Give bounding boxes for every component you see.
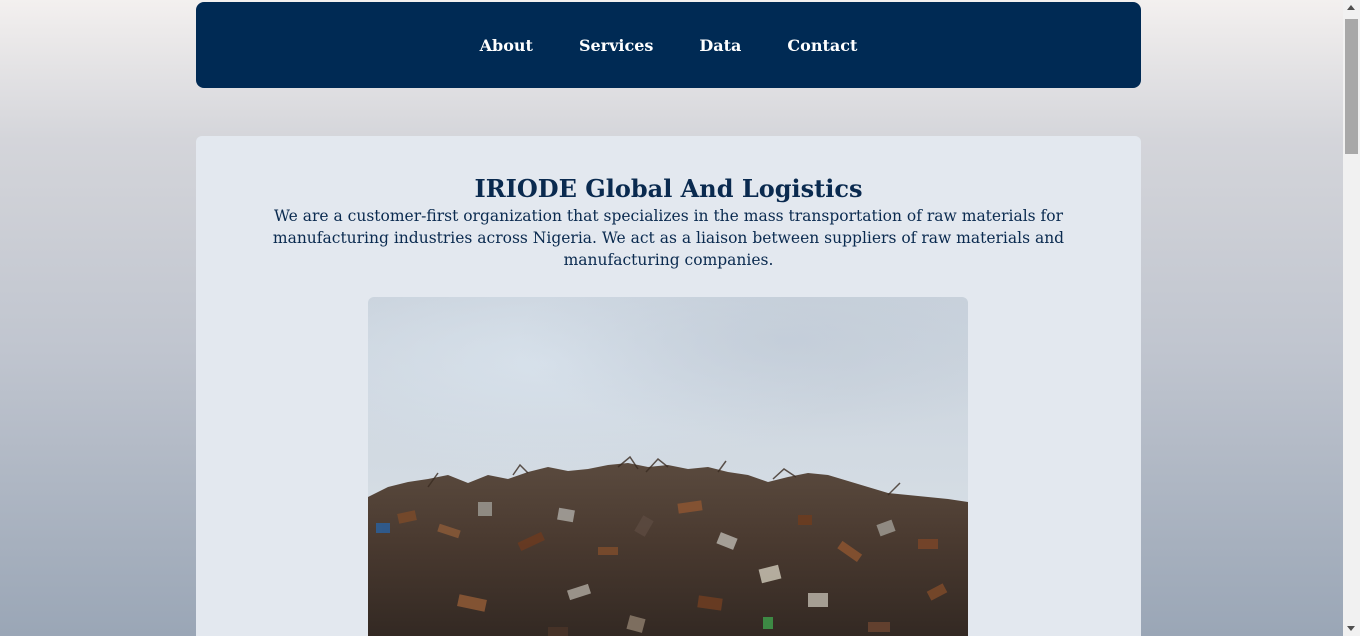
scrap-metal-image <box>368 297 968 636</box>
page: About Services Data Contact IRIODE Globa… <box>0 0 1343 636</box>
nav-link-contact[interactable]: Contact <box>787 36 857 55</box>
nav-link-data[interactable]: Data <box>699 36 741 55</box>
vertical-scrollbar[interactable] <box>1343 0 1360 636</box>
nav-link-services[interactable]: Services <box>579 36 653 55</box>
scroll-down-arrow-icon[interactable] <box>1347 626 1355 631</box>
scrollbar-thumb[interactable] <box>1345 19 1358 154</box>
company-description: We are a customer-first organization tha… <box>272 207 1065 269</box>
top-navigation: About Services Data Contact <box>196 2 1141 88</box>
scroll-up-arrow-icon[interactable] <box>1347 5 1355 10</box>
nav-link-about[interactable]: About <box>480 36 533 55</box>
about-card: IRIODE Global And Logistics We are a cus… <box>196 136 1141 636</box>
page-title: IRIODE Global And Logistics <box>474 174 863 203</box>
